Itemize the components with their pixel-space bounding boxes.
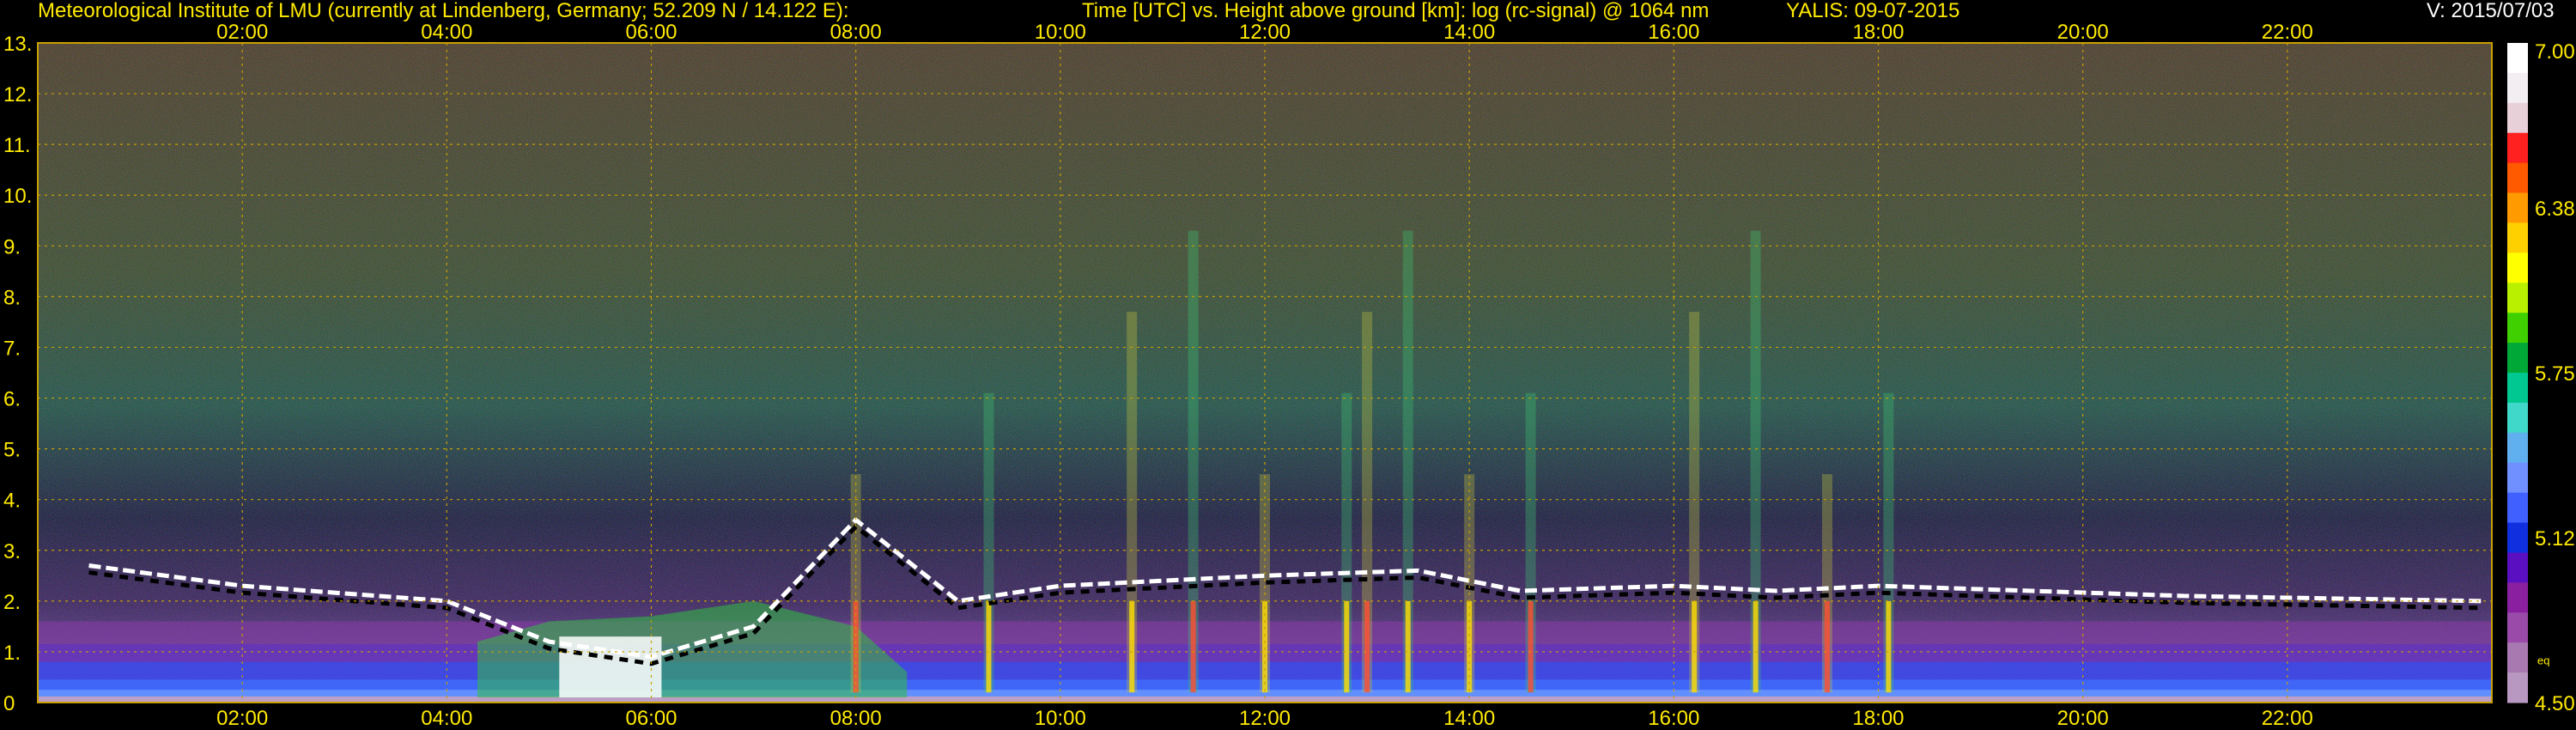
x-tick-label-bottom: 12:00 [1239,707,1291,730]
plume-core [1753,600,1759,693]
colorbar-segment [2507,552,2528,583]
x-tick-label-bottom: 08:00 [830,707,882,730]
lidar-chart: 02:00 04:00 06:00 08:00 10:00 12:00 14:00 16:00… [3,21,2575,730]
colorbar-segment [2507,102,2528,134]
x-tick-label-top: 18:00 [1852,21,1904,44]
x-tick-label-bottom: 14:00 [1443,707,1495,730]
colorbar-segment [2507,612,2528,643]
x-ticks-bottom: 02:00 04:00 06:00 08:00 10:00 12:00 14:00 16:00… [216,707,2313,730]
colorbar-segment [2507,43,2528,74]
colorbar-segment [2507,432,2528,464]
colorbar-segment [2507,132,2528,164]
colorbar-label: 7.00 [2535,40,2575,64]
x-tick-label-top: 02:00 [216,21,268,44]
plume-core [1129,600,1135,693]
colorbar-segment [2507,492,2528,524]
colorbar-segment [2507,642,2528,673]
colorbar-segment [2507,222,2528,253]
colorbar-segment [2507,192,2528,224]
y-tick-label: 2. [3,591,21,614]
x-tick-label-bottom: 22:00 [2262,707,2313,730]
y-tick-label: 10. [3,185,32,208]
x-tick-label-top: 04:00 [421,21,472,44]
colorbar-segment [2507,313,2528,344]
y-tick-label: 13. [3,33,32,56]
plume-core [1886,600,1892,693]
colorbar-sub-label: eq [2537,654,2549,667]
x-tick-label-bottom: 16:00 [1648,707,1699,730]
x-ticks-top: 02:00 04:00 06:00 08:00 10:00 12:00 14:00 16:00… [216,21,2313,44]
colorbar-label: 6.38 [2535,198,2575,221]
y-tick-label: 6. [3,388,21,411]
y-tick-label: 11. [3,134,31,157]
y-tick-label: 12. [3,83,32,106]
colorbar-label: 5.75 [2535,362,2575,386]
y-ticks: 0 1. 2. 3. 4. 5. 6. 7. 8. 9. 10. 11. 12. 13. [3,33,32,715]
colorbar-segment [2507,672,2528,703]
colorbar-segment [2507,462,2528,494]
x-tick-label-bottom: 10:00 [1035,707,1086,730]
x-tick-label-bottom: 20:00 [2057,707,2109,730]
colorbar-label: 4.50 [2535,692,2575,715]
colorbar-segment [2507,402,2528,434]
x-tick-label-top: 08:00 [830,21,882,44]
y-tick-label: 0 [3,692,15,715]
plume-core [1344,600,1350,693]
colorbar-labels: 7.00 6.38 5.75 5.12 4.50 eq [2535,40,2575,715]
x-tick-label-top: 10:00 [1035,21,1086,44]
y-tick-label: 9. [3,235,21,259]
plume-core [986,600,992,693]
colorbar-segment [2507,72,2528,104]
y-tick-label: 3. [3,540,21,563]
colorbar-segment [2507,252,2528,283]
colorbar-segment [2507,373,2528,404]
x-tick-label-bottom: 06:00 [625,707,677,730]
colorbar-label: 5.12 [2535,527,2575,551]
colorbar-segment [2507,283,2528,313]
x-tick-label-top: 12:00 [1239,21,1291,44]
colorbar-segment [2507,522,2528,554]
plume-core [1405,600,1411,693]
x-tick-label-top: 20:00 [2057,21,2109,44]
y-tick-label: 5. [3,439,21,462]
x-tick-label-top: 22:00 [2262,21,2313,44]
y-tick-label: 4. [3,490,21,513]
y-tick-label: 1. [3,642,21,665]
x-tick-label-top: 06:00 [625,21,677,44]
colorbar [2507,43,2528,703]
y-tick-label: 7. [3,337,21,360]
colorbar-segment [2507,162,2528,194]
x-tick-label-top: 14:00 [1443,21,1495,44]
x-tick-label-bottom: 04:00 [421,707,472,730]
y-tick-label: 8. [3,286,21,309]
x-tick-label-top: 16:00 [1648,21,1699,44]
saturated-region [559,636,662,698]
plume-core [1528,600,1534,693]
plume-core [1692,600,1698,693]
x-tick-label-bottom: 02:00 [216,707,268,730]
colorbar-segment [2507,343,2528,374]
colorbar-segment [2507,582,2528,613]
plume-core [1190,600,1196,693]
x-tick-label-bottom: 18:00 [1852,707,1904,730]
plume-core [1364,600,1370,693]
plume-core [1824,600,1830,693]
